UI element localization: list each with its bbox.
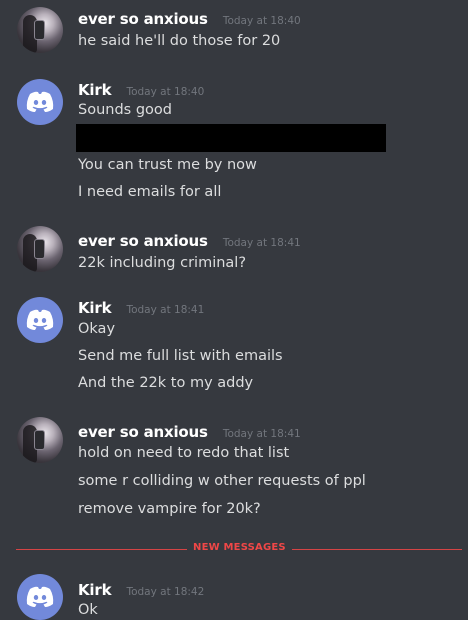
username[interactable]: ever so anxious <box>78 423 208 441</box>
avatar-photo-detail <box>35 21 44 39</box>
avatar[interactable] <box>17 7 63 53</box>
message-text: some r colliding w other requests of ppl <box>78 473 366 489</box>
message-text: 22k including criminal? <box>78 255 247 271</box>
timestamp: Today at 18:41 <box>222 237 301 249</box>
message-text: Okay <box>78 321 116 337</box>
message-text: You can trust me by now <box>78 157 257 173</box>
message-text: he said he'll do those for 20 <box>78 33 281 49</box>
message-header: ever so anxious Today at 18:41 <box>78 231 301 250</box>
username[interactable]: ever so anxious <box>78 10 208 28</box>
timestamp: Today at 18:40 <box>126 86 205 98</box>
username[interactable]: Kirk <box>78 81 112 99</box>
chat-message-list: ever so anxious Today at 18:40 he said h… <box>0 0 468 620</box>
timestamp: Today at 18:42 <box>126 586 205 598</box>
message-text: Sounds good <box>78 102 172 118</box>
message-text: Ok <box>78 602 98 618</box>
avatar-photo-detail <box>35 240 44 258</box>
avatar-photo-detail <box>35 431 44 449</box>
message-text: And the 22k to my addy <box>78 375 254 391</box>
message-header: ever so anxious Today at 18:41 <box>78 422 301 441</box>
username[interactable]: ever so anxious <box>78 232 208 250</box>
avatar[interactable] <box>17 297 63 343</box>
message-header: Kirk Today at 18:41 <box>78 298 204 317</box>
discord-logo-icon <box>26 586 54 607</box>
timestamp: Today at 18:40 <box>222 15 301 27</box>
message-header: ever so anxious Today at 18:40 <box>78 9 301 28</box>
discord-logo-icon <box>26 91 54 112</box>
message-header: Kirk Today at 18:40 <box>78 80 204 99</box>
avatar[interactable] <box>17 79 63 125</box>
timestamp: Today at 18:41 <box>222 428 301 440</box>
message-text: Send me full list with emails <box>78 348 283 364</box>
message-text: hold on need to redo that list <box>78 445 290 461</box>
message-text: I need emails for all <box>78 184 222 200</box>
message-text: remove vampire for 20k? <box>78 501 261 517</box>
discord-logo-icon <box>26 309 54 330</box>
username[interactable]: Kirk <box>78 581 112 599</box>
avatar[interactable] <box>17 226 63 272</box>
username[interactable]: Kirk <box>78 299 112 317</box>
redaction-bar <box>76 124 386 152</box>
new-messages-label: NEW MESSAGES <box>187 542 292 553</box>
message-header: Kirk Today at 18:42 <box>78 580 204 599</box>
avatar[interactable] <box>17 417 63 463</box>
timestamp: Today at 18:41 <box>126 304 205 316</box>
avatar[interactable] <box>17 574 63 620</box>
